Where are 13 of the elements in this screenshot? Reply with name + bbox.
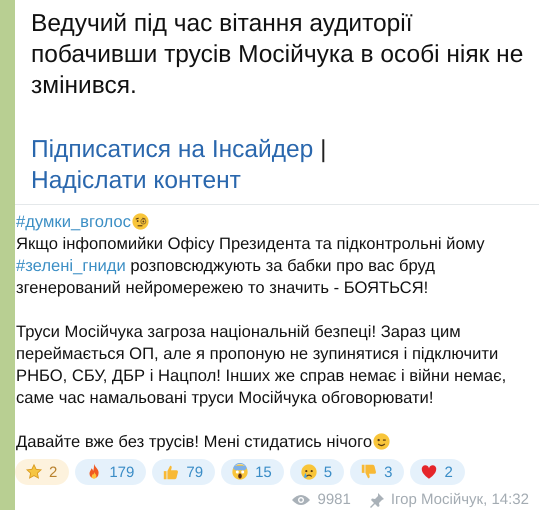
hashtag-link[interactable]: #думки_вголос — [16, 212, 131, 231]
message-paragraph: Давайте вже без трусів! Мені стидатись нічого — [16, 431, 519, 453]
monocle-face-icon — [130, 212, 150, 231]
view-count: 9981 — [317, 491, 351, 508]
link[interactable]: Надіслати контент — [31, 167, 241, 194]
winking-face-icon — [372, 432, 392, 451]
separator: | — [320, 136, 326, 163]
author-time: Ігор Мосійчук, 14:32 — [390, 491, 529, 508]
hashtag-link[interactable]: #зелені_гниди — [16, 256, 126, 275]
message-paragraph: Труси Мосійчука загроза національній безпеці! Зараз цим переймається ОП, але я пропоную не зупинятися і підключити РНБО, СБУ, ДБР і Нацпол! Інших же справ немає і війни немає, саме час намальовані труси Мосійчука обговорювати! — [16, 321, 508, 409]
message-paragraph: #думки_вголос Якщо інфопомийки Офісу Президента та підконтрольні йому #зелені_гниди розповсюджують за бабки про вас бруд згенерований нейромережею то значить - БОЯТЬСЯ! — [16, 211, 486, 299]
quoted-text: Ведучий під час вітання аудиторії побачивши трусів Мосійчука в особі ніяк не змінився. — [31, 9, 524, 101]
link[interactable]: Підписатися на Інсайдер — [31, 136, 314, 163]
